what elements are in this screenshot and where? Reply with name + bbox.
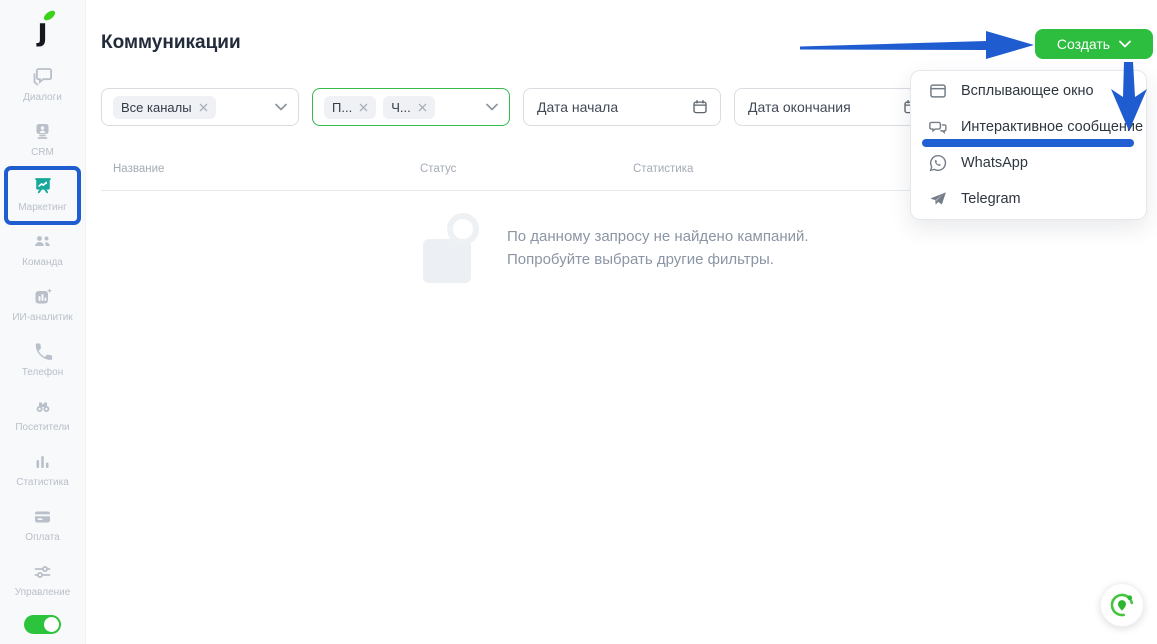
sidebar-item-visitors[interactable]: Посетители xyxy=(0,386,85,441)
create-dropdown-menu: Всплывающее окно Интерактивное сообщение… xyxy=(910,70,1147,220)
sidebar-item-label: ИИ-аналитик xyxy=(12,313,72,323)
sidebar-item-ai-analyst[interactable]: ИИ-аналитик xyxy=(0,276,85,331)
menu-item-popup-window[interactable]: Всплывающее окно xyxy=(911,73,1146,109)
sidebar-item-label: Маркетинг xyxy=(18,203,67,213)
calendar-icon[interactable] xyxy=(691,98,709,116)
date-end-input[interactable] xyxy=(746,98,895,116)
filter-bar: Все каналы П... Ч... xyxy=(101,88,932,126)
empty-state-text: По данному запросу не найдено кампаний. … xyxy=(507,225,809,271)
empty-state-line2: Попробуйте выбрать другие фильтры. xyxy=(507,248,809,271)
sidebar-item-label: Оплата xyxy=(25,533,59,543)
folder-icon xyxy=(423,239,471,283)
dialogs-icon xyxy=(30,65,55,89)
sidebar-item-label: Диалоги xyxy=(23,93,62,103)
jivo-widget-icon xyxy=(1108,591,1136,619)
menu-item-interactive-message[interactable]: Интерактивное сообщение xyxy=(911,109,1146,145)
popup-window-icon xyxy=(928,81,948,101)
channels-filter[interactable]: Все каналы xyxy=(101,88,299,126)
management-icon xyxy=(30,560,55,584)
menu-item-label: WhatsApp xyxy=(961,155,1028,171)
chip-label: Ч... xyxy=(391,100,411,115)
sidebar-item-statistics[interactable]: Статистика xyxy=(0,441,85,496)
menu-item-label: Интерактивное сообщение xyxy=(961,119,1143,135)
chat-bubbles-icon xyxy=(928,117,948,137)
column-header-status: Статус xyxy=(420,163,456,175)
menu-item-whatsapp[interactable]: WhatsApp xyxy=(911,145,1146,181)
sidebar-item-label: Телефон xyxy=(22,368,63,378)
sidebar-item-dialogs[interactable]: Диалоги xyxy=(0,56,85,111)
filter-chip[interactable]: Ч... xyxy=(383,96,435,119)
sidebar-item-label: Команда xyxy=(22,258,63,268)
payment-icon xyxy=(30,505,55,529)
chip-remove-icon[interactable] xyxy=(359,103,368,112)
sidebar-item-team[interactable]: Команда xyxy=(0,221,85,276)
chat-widget-button[interactable] xyxy=(1100,583,1144,627)
page-title: Коммуникации xyxy=(101,32,241,54)
whatsapp-icon xyxy=(928,153,948,173)
sidebar-item-phone[interactable]: Телефон xyxy=(0,331,85,386)
create-button-label: Создать xyxy=(1057,36,1110,52)
sidebar-item-label: Управление xyxy=(15,588,71,598)
statistics-icon xyxy=(30,450,55,474)
sidebar-item-label: Посетители xyxy=(15,423,69,433)
sidebar-item-payment[interactable]: Оплата xyxy=(0,496,85,551)
types-filter[interactable]: П... Ч... xyxy=(312,88,510,126)
crm-icon xyxy=(30,120,55,144)
leaf-icon xyxy=(42,9,57,23)
sidebar-online-toggle[interactable] xyxy=(24,615,61,634)
column-header-name: Название xyxy=(113,163,164,175)
team-icon xyxy=(30,230,55,254)
empty-state: По данному запросу не найдено кампаний. … xyxy=(423,211,809,285)
chevron-down-icon xyxy=(1119,40,1131,48)
chevron-down-icon xyxy=(275,103,287,111)
phone-icon xyxy=(31,340,55,364)
date-start-input[interactable] xyxy=(535,98,684,116)
annotation-arrow-right xyxy=(800,31,1034,59)
menu-item-label: Всплывающее окно xyxy=(961,83,1094,99)
date-end-field[interactable] xyxy=(734,88,932,126)
chip-label: П... xyxy=(332,100,352,115)
menu-item-telegram[interactable]: Telegram xyxy=(911,181,1146,217)
chip-remove-icon[interactable] xyxy=(418,103,427,112)
empty-state-line1: По данному запросу не найдено кампаний. xyxy=(507,225,809,248)
date-start-field[interactable] xyxy=(523,88,721,126)
create-button[interactable]: Создать xyxy=(1035,29,1153,59)
sidebar-item-management[interactable]: Управление xyxy=(0,551,85,606)
chevron-down-icon xyxy=(486,103,498,111)
menu-item-label: Telegram xyxy=(961,191,1021,207)
sidebar: ȷ Диалоги CRM Маркетинг xyxy=(0,0,86,644)
magnifier-icon xyxy=(447,213,479,245)
chip-remove-icon[interactable] xyxy=(199,103,208,112)
sidebar-item-label: CRM xyxy=(31,148,54,158)
sidebar-item-crm[interactable]: CRM xyxy=(0,111,85,166)
visitors-icon xyxy=(30,395,56,419)
toggle-knob xyxy=(44,617,59,632)
sidebar-item-label: Статистика xyxy=(16,478,69,488)
marketing-icon xyxy=(30,174,56,199)
ai-analyst-icon xyxy=(30,285,55,309)
column-header-statistics: Статистика xyxy=(633,163,693,175)
filter-chip[interactable]: П... xyxy=(324,96,376,119)
app-logo[interactable]: ȷ xyxy=(0,6,85,56)
empty-search-illustration xyxy=(423,211,481,285)
telegram-icon xyxy=(928,189,948,209)
sidebar-item-marketing[interactable]: Маркетинг xyxy=(0,166,85,221)
filter-chip[interactable]: Все каналы xyxy=(113,96,216,119)
chip-label: Все каналы xyxy=(121,100,192,115)
